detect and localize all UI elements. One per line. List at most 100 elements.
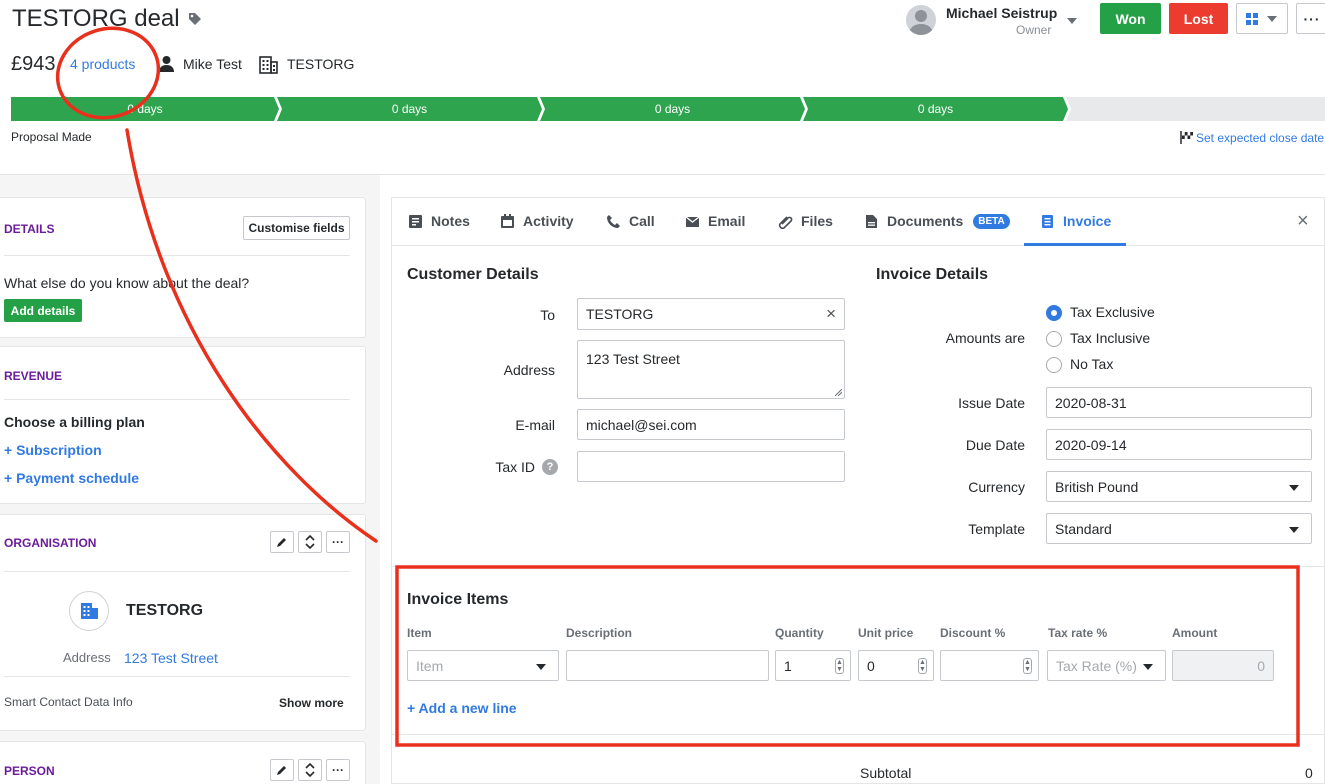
address-value: 123 Test Street: [586, 351, 680, 367]
help-icon[interactable]: ?: [542, 459, 558, 475]
details-prompt: What else do you know about the deal?: [4, 275, 250, 291]
stage-duration[interactable]: 0 days: [540, 102, 805, 116]
owner-avatar[interactable]: [906, 5, 936, 35]
owner-name[interactable]: Michael Seistrup: [946, 5, 1057, 21]
phone-icon: [607, 214, 620, 228]
up-down-icon: [305, 535, 315, 549]
tax-inclusive-label[interactable]: Tax Inclusive: [1070, 330, 1150, 346]
template-value: Standard: [1055, 520, 1112, 537]
details-title: DETAILS: [4, 222, 55, 236]
products-link[interactable]: 4 products: [70, 56, 135, 72]
stage-duration[interactable]: 0 days: [803, 102, 1068, 116]
set-close-date-link[interactable]: Set expected close date: [1196, 131, 1324, 145]
item-select[interactable]: Item: [407, 650, 559, 681]
due-date-value: 2020-09-14: [1055, 436, 1127, 453]
tag-icon[interactable]: [187, 11, 203, 27]
close-panel-button[interactable]: ×: [1297, 210, 1309, 233]
reorder-person-button[interactable]: [298, 759, 322, 781]
discount-stepper[interactable]: ▲ ▼: [940, 650, 1039, 681]
pencil-icon: [277, 766, 286, 775]
stage-duration[interactable]: 0 days: [277, 102, 542, 116]
tab-notes[interactable]: Notes: [408, 213, 470, 229]
organisation-name[interactable]: TESTORG: [287, 56, 354, 72]
tab-documents[interactable]: Documents BETA: [864, 213, 1010, 229]
currency-label: Currency: [968, 479, 1025, 495]
customise-fields-button[interactable]: Customise fields: [243, 216, 350, 240]
template-select[interactable]: Standard: [1046, 513, 1312, 544]
document-icon: [866, 214, 877, 228]
stepper-icon[interactable]: ▲ ▼: [918, 658, 927, 674]
tab-email[interactable]: Email: [685, 213, 745, 229]
subtotal-value: 0: [1305, 765, 1313, 781]
no-tax-radio[interactable]: [1046, 357, 1062, 373]
owner-dropdown-icon[interactable]: [1067, 18, 1077, 24]
amounts-are-label: Amounts are: [945, 330, 1025, 346]
tax-id-field[interactable]: [577, 451, 845, 482]
chevron-down-icon: [536, 664, 546, 670]
tab-files[interactable]: Files: [778, 213, 833, 229]
person-more-button[interactable]: ···: [326, 759, 350, 781]
add-details-button[interactable]: Add details: [4, 299, 82, 322]
stepper-icon[interactable]: ▲ ▼: [1023, 658, 1032, 674]
invoice-items-title: Invoice Items: [407, 591, 509, 608]
unit-price-value: 0: [867, 657, 875, 674]
clear-icon[interactable]: ×: [826, 304, 836, 324]
email-field[interactable]: michael@sei.com: [577, 409, 845, 440]
to-field[interactable]: TESTORG ×: [577, 298, 845, 330]
owner-role: Owner: [1016, 23, 1052, 37]
organisation-more-button[interactable]: ···: [326, 531, 350, 553]
email-value: michael@sei.com: [586, 416, 697, 433]
tax-rate-placeholder: Tax Rate (%): [1056, 657, 1137, 674]
add-new-line-link[interactable]: + Add a new line: [407, 700, 517, 716]
revenue-title: REVENUE: [4, 369, 63, 383]
quantity-stepper[interactable]: 1 ▲ ▼: [775, 650, 851, 681]
tab-label: Documents: [887, 213, 964, 229]
unit-price-stepper[interactable]: 0 ▲ ▼: [858, 650, 934, 681]
flag-icon: [1180, 131, 1193, 144]
no-tax-label[interactable]: No Tax: [1070, 356, 1113, 372]
more-actions-button[interactable]: ···: [1296, 3, 1325, 34]
quantity-value: 1: [784, 657, 792, 674]
stage-duration[interactable]: 0 days: [11, 102, 279, 116]
due-date-field[interactable]: 2020-09-14: [1046, 429, 1312, 460]
deal-title[interactable]: TESTORG deal: [12, 5, 180, 33]
add-payment-schedule-link[interactable]: + Payment schedule: [4, 470, 139, 486]
tab-label: Invoice: [1063, 213, 1112, 229]
person-name[interactable]: Mike Test: [183, 56, 242, 72]
item-placeholder: Item: [416, 657, 444, 674]
column-header-description: Description: [566, 626, 633, 640]
description-field[interactable]: [566, 650, 769, 681]
tab-label: Activity: [523, 213, 574, 229]
address-field[interactable]: 123 Test Street: [577, 340, 845, 399]
tax-exclusive-label[interactable]: Tax Exclusive: [1070, 304, 1155, 320]
organisation-card-name[interactable]: TESTORG: [126, 602, 203, 620]
tax-exclusive-radio[interactable]: [1046, 305, 1062, 321]
tab-call[interactable]: Call: [606, 213, 655, 229]
currency-select[interactable]: British Pound: [1046, 471, 1312, 502]
add-subscription-link[interactable]: + Subscription: [4, 442, 102, 458]
deal-value[interactable]: £943: [11, 53, 56, 76]
person-title: PERSON: [4, 764, 55, 778]
view-switcher-button[interactable]: [1236, 3, 1288, 34]
resize-handle-icon[interactable]: [835, 389, 842, 396]
organisation-address-link[interactable]: 123 Test Street: [124, 650, 218, 666]
reorder-organisation-button[interactable]: [298, 531, 322, 553]
due-date-label: Due Date: [965, 437, 1025, 453]
issue-date-field[interactable]: 2020-08-31: [1046, 387, 1312, 418]
tab-label: Email: [708, 213, 746, 229]
tab-activity[interactable]: Activity: [500, 213, 574, 229]
tax-inclusive-radio[interactable]: [1046, 331, 1062, 347]
stepper-icon[interactable]: ▲ ▼: [835, 658, 844, 674]
won-button[interactable]: Won: [1100, 3, 1161, 34]
column-header-tax-rate: Tax rate %: [1048, 626, 1108, 640]
lost-button[interactable]: Lost: [1169, 3, 1228, 34]
tab-invoice[interactable]: Invoice: [1024, 198, 1126, 246]
chevron-down-icon: [1143, 664, 1153, 670]
organisation-title: ORGANISATION: [4, 536, 97, 550]
edit-person-button[interactable]: [270, 759, 294, 781]
divider: [392, 734, 1324, 735]
tax-rate-select[interactable]: Tax Rate (%): [1047, 650, 1166, 681]
edit-organisation-button[interactable]: [270, 531, 294, 553]
invoice-details-title: Invoice Details: [876, 266, 989, 283]
show-more-button[interactable]: Show more: [279, 696, 344, 710]
